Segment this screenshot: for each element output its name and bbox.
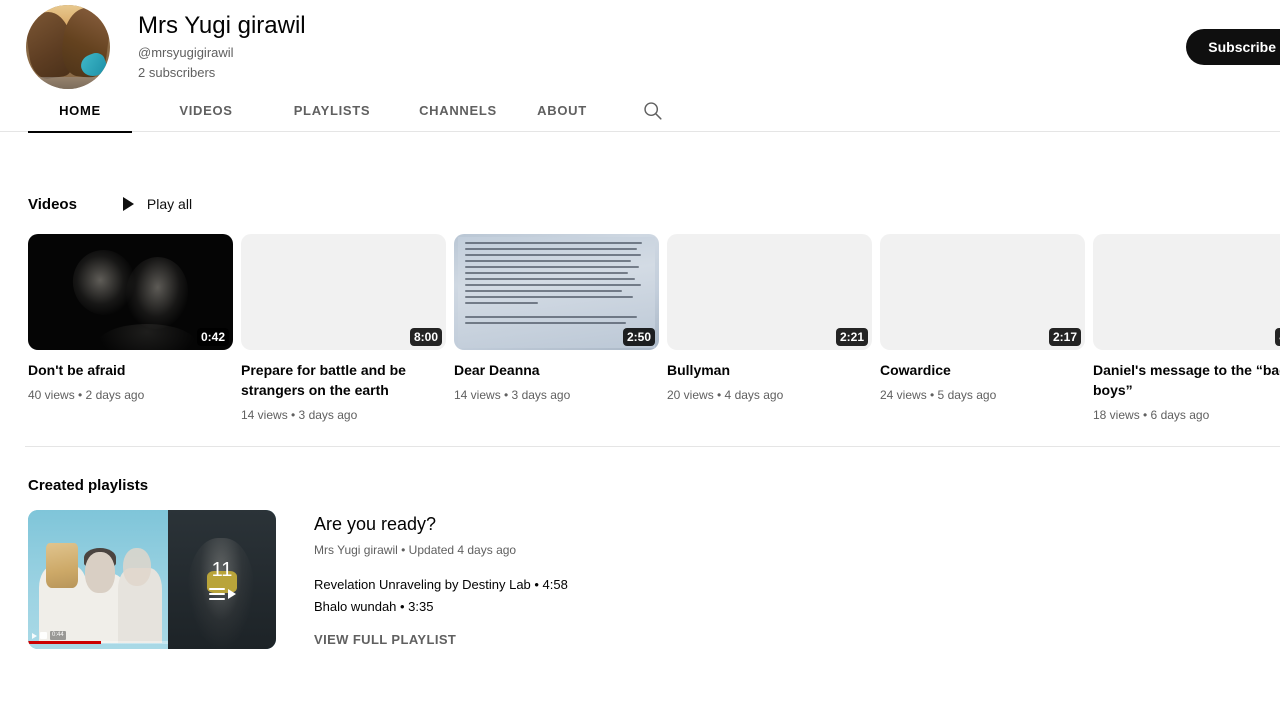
- video-duration-badge: 2:17: [1048, 328, 1081, 346]
- playlist-item[interactable]: Bhalo wundah • 3:35: [314, 596, 568, 618]
- video-card[interactable]: 8:00 Prepare for battle and be strangers…: [241, 234, 451, 424]
- video-title[interactable]: Daniel's message to the “bad boys”: [1093, 360, 1280, 400]
- video-card[interactable]: 2:17 Cowardice 24 views • 5 days ago: [880, 234, 1090, 424]
- tab-home-label: HOME: [59, 103, 101, 118]
- tab-videos[interactable]: VIDEOS: [154, 90, 258, 132]
- video-duration-badge: 8:00: [409, 328, 442, 346]
- video-thumbnail[interactable]: 2:17: [880, 234, 1085, 350]
- playlists-section: Created playlists 0:44 11 Are you ready?…: [0, 477, 1280, 649]
- video-duration-badge: 4:: [1275, 328, 1280, 346]
- tab-about-label: ABOUT: [537, 103, 587, 118]
- video-meta: 18 views • 6 days ago: [1093, 408, 1210, 422]
- video-duration-badge: 2:50: [622, 328, 655, 346]
- channel-name: Mrs Yugi girawil: [138, 12, 306, 39]
- paper-bag-icon: [46, 543, 79, 588]
- channel-handle: @mrsyugigirawil: [138, 45, 234, 60]
- subscriber-count: 2 subscribers: [138, 65, 216, 80]
- video-row: 0:42 Don't be afraid 40 views • 2 days a…: [28, 234, 1280, 424]
- video-meta: 20 views • 4 days ago: [667, 388, 784, 402]
- play-all-label: Play all: [146, 196, 193, 212]
- tab-videos-label: VIDEOS: [179, 103, 233, 118]
- video-meta: 14 views • 3 days ago: [454, 388, 571, 402]
- tab-about[interactable]: ABOUT: [510, 90, 614, 132]
- view-full-playlist-button[interactable]: VIEW FULL PLAYLIST: [314, 632, 568, 647]
- section-divider: [25, 446, 1280, 447]
- subscribe-button[interactable]: Subscribe: [1186, 29, 1280, 65]
- video-card[interactable]: 0:42 Don't be afraid 40 views • 2 days a…: [28, 234, 238, 424]
- video-card[interactable]: 4: Daniel's message to the “bad boys” 18…: [1093, 234, 1280, 424]
- tab-channels[interactable]: CHANNELS: [406, 90, 510, 132]
- video-title[interactable]: Bullyman: [667, 360, 867, 380]
- tab-playlists-label: PLAYLISTS: [293, 103, 371, 118]
- playlist-item[interactable]: Revelation Unraveling by Destiny Lab • 4…: [314, 574, 568, 596]
- channel-header: Mrs Yugi girawil @mrsyugigirawil 2 subsc…: [0, 0, 1280, 90]
- tab-home[interactable]: HOME: [28, 90, 132, 133]
- playlist-thumbnail[interactable]: 0:44 11: [28, 510, 276, 649]
- playlist-row: 0:44 11 Are you ready? Mrs Yugi girawil …: [28, 510, 1280, 649]
- player-controls: 0:44: [32, 631, 66, 640]
- avatar[interactable]: [26, 5, 110, 89]
- video-thumbnail[interactable]: 8:00: [241, 234, 446, 350]
- playlist-video-count: 11: [211, 559, 233, 581]
- video-card[interactable]: 2:21 Bullyman 20 views • 4 days ago: [667, 234, 877, 424]
- channel-meta: Mrs Yugi girawil @mrsyugigirawil 2 subsc…: [138, 5, 306, 82]
- videos-section: Videos Play all 0:42 Don't be afraid 40 …: [0, 188, 1280, 424]
- video-duration-badge: 2:21: [835, 328, 868, 346]
- video-thumbnail[interactable]: 2:21: [667, 234, 872, 350]
- tab-channels-label: CHANNELS: [419, 103, 497, 118]
- video-card[interactable]: 2:50 Dear Deanna 14 views • 3 days ago: [454, 234, 664, 424]
- playlist-title[interactable]: Are you ready?: [314, 512, 568, 536]
- playlist-count-overlay: 11: [168, 510, 276, 649]
- playlist-queue-icon: [208, 588, 236, 600]
- video-thumbnail[interactable]: 4:: [1093, 234, 1280, 350]
- video-title[interactable]: Don't be afraid: [28, 360, 228, 380]
- play-triangle-icon: [122, 197, 134, 211]
- channel-tabbar: HOME VIDEOS PLAYLISTS CHANNELS ABOUT: [0, 90, 1280, 133]
- video-title[interactable]: Prepare for battle and be strangers on t…: [241, 360, 441, 400]
- video-title[interactable]: Dear Deanna: [454, 360, 654, 380]
- playlist-byline: Mrs Yugi girawil • Updated 4 days ago: [314, 543, 517, 557]
- tab-playlists[interactable]: PLAYLISTS: [280, 90, 384, 132]
- playlists-section-title: Created playlists: [28, 477, 149, 494]
- video-thumbnail[interactable]: 2:50: [454, 234, 659, 350]
- video-title[interactable]: Cowardice: [880, 360, 1080, 380]
- playlist-items: Revelation Unraveling by Destiny Lab • 4…: [314, 574, 568, 618]
- videos-section-header: Videos Play all: [28, 188, 1280, 220]
- video-thumbnail[interactable]: 0:42: [28, 234, 233, 350]
- video-duration-badge: 0:42: [196, 328, 229, 346]
- channel-avatar-shoes-icon[interactable]: [26, 5, 110, 89]
- play-all-button[interactable]: Play all: [122, 196, 193, 212]
- playlist-info: Are you ready? Mrs Yugi girawil • Update…: [314, 510, 568, 649]
- video-meta: 40 views • 2 days ago: [28, 388, 145, 402]
- video-meta: 24 views • 5 days ago: [880, 388, 997, 402]
- playlist-thumbnail-image: 0:44: [28, 510, 169, 649]
- search-icon[interactable]: [640, 99, 664, 123]
- video-meta: 14 views • 3 days ago: [241, 408, 358, 422]
- videos-section-title: Videos: [28, 195, 77, 213]
